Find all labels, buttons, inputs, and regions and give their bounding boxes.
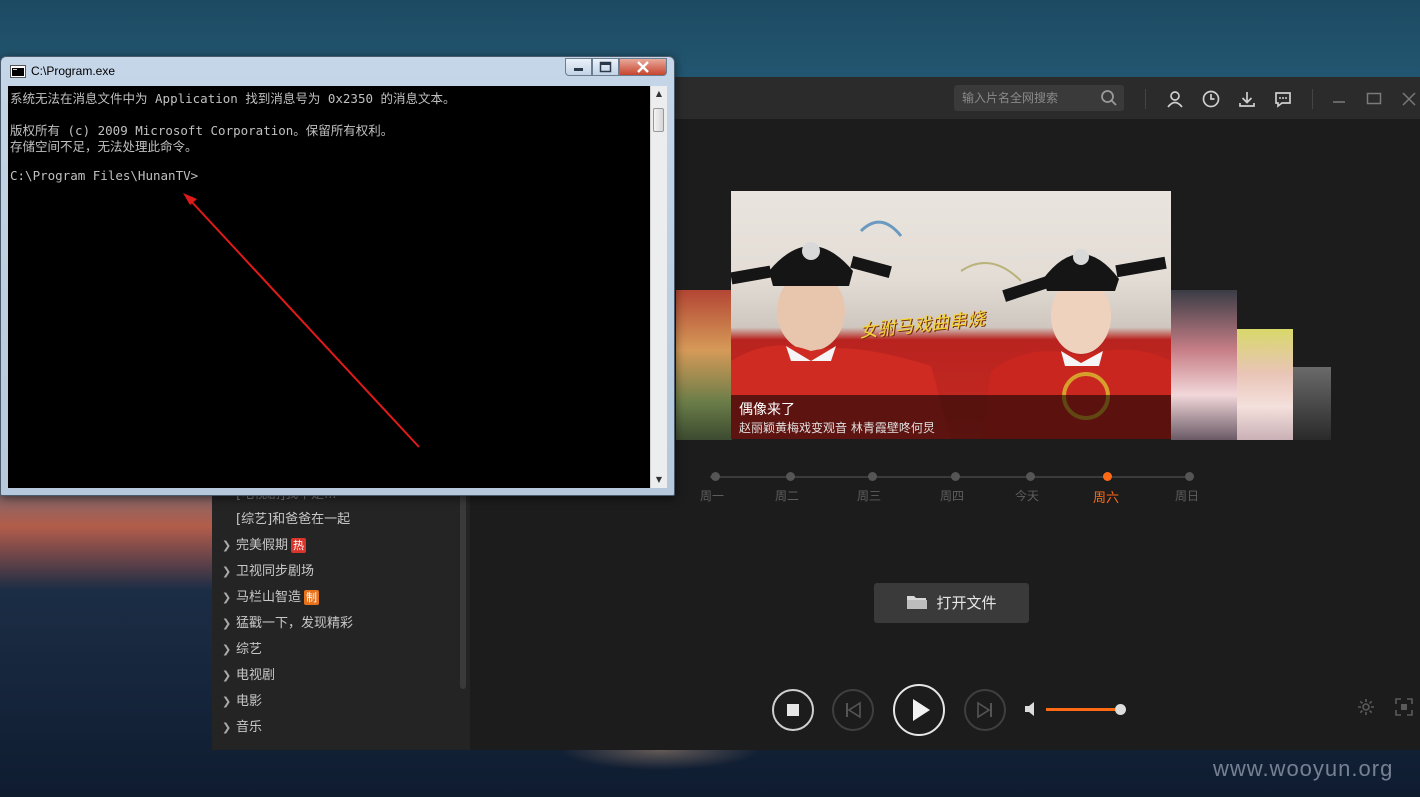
- timeline-dot[interactable]: [1026, 472, 1035, 481]
- maximize-button[interactable]: [592, 58, 619, 76]
- scroll-down-icon[interactable]: ▼: [652, 473, 666, 487]
- volume-slider-handle[interactable]: [1115, 704, 1126, 715]
- timeline-dot[interactable]: [711, 472, 720, 481]
- download-icon[interactable]: [1237, 89, 1257, 109]
- sidebar-item-tv-series[interactable]: ❯ 电视剧: [222, 664, 275, 688]
- chevron-right-icon: ❯: [222, 721, 232, 734]
- sidebar-item-discover[interactable]: ❯ 猛戳一下，发现精彩: [222, 612, 353, 636]
- topbar-divider: [1312, 89, 1313, 109]
- close-icon[interactable]: [1399, 89, 1419, 109]
- minimize-button[interactable]: [565, 58, 592, 76]
- sidebar-item-label: 马栏山智造: [236, 590, 302, 605]
- featured-banner[interactable]: 女驸马戏曲串烧 偶像来了 赵丽颖黄梅戏变观音 林青霞壁咚何炅: [731, 191, 1171, 439]
- timeline-dot[interactable]: [1185, 472, 1194, 481]
- timeline-day-label[interactable]: 今天: [1007, 487, 1047, 504]
- search-input[interactable]: [962, 89, 1092, 107]
- made-badge: 制: [304, 590, 320, 605]
- carousel-prev-thumbnail[interactable]: [676, 290, 732, 440]
- sidebar-item-label: 卫视同步剧场: [236, 564, 315, 579]
- banner-title: 偶像来了: [739, 402, 795, 418]
- watermark: www.wooyun.org: [1213, 756, 1394, 781]
- chevron-right-icon: ❯: [222, 643, 232, 656]
- timeline-dot[interactable]: [786, 472, 795, 481]
- sidebar-item-movies[interactable]: ❯ 电影: [222, 690, 262, 714]
- console-line: 存储空间不足，无法处理此命令。: [10, 139, 198, 154]
- fullscreen-icon[interactable]: [1394, 697, 1414, 717]
- console-scrollbar[interactable]: ▲ ▼: [650, 86, 667, 488]
- sidebar-item-label: 猛戳一下，发现精彩: [236, 616, 354, 631]
- sidebar-item-label: [综艺]和爸爸在一起: [236, 512, 351, 527]
- scroll-up-icon[interactable]: ▲: [652, 87, 666, 101]
- volume-icon[interactable]: [1023, 700, 1041, 718]
- hot-badge: 热: [291, 538, 307, 553]
- sidebar-item-perfect-holiday[interactable]: ❯ 完美假期热: [222, 534, 307, 558]
- carousel-next-thumbnail-2[interactable]: [1237, 329, 1293, 440]
- skip-next-icon: [977, 701, 992, 719]
- user-icon[interactable]: [1165, 89, 1185, 109]
- scrollbar-thumb[interactable]: [653, 108, 664, 132]
- sidebar-item-variety[interactable]: ❯ 综艺: [222, 638, 262, 662]
- history-clock-icon[interactable]: [1201, 89, 1221, 109]
- settings-gear-icon[interactable]: [1356, 697, 1376, 717]
- sidebar-item-label: 电视剧: [236, 668, 276, 683]
- message-icon[interactable]: [1273, 89, 1293, 109]
- chevron-right-icon: ❯: [222, 669, 232, 682]
- sidebar-item-label: 音乐: [236, 720, 263, 735]
- banner-caption: 偶像来了 赵丽颖黄梅戏变观音 林青霞壁咚何炅: [731, 395, 1171, 439]
- timeline-dot[interactable]: [868, 472, 877, 481]
- next-button[interactable]: [964, 689, 1006, 731]
- timeline-dot[interactable]: [951, 472, 960, 481]
- open-file-button[interactable]: 打开文件: [874, 583, 1029, 623]
- close-button[interactable]: [619, 58, 667, 76]
- search-icon[interactable]: [1100, 89, 1118, 107]
- skip-previous-icon: [846, 701, 861, 719]
- close-icon: [637, 61, 649, 73]
- timeline-day-label-active[interactable]: 周六: [1086, 487, 1126, 506]
- chevron-right-icon: ❯: [222, 617, 232, 630]
- chevron-right-icon: ❯: [222, 591, 232, 604]
- carousel-next-thumbnail[interactable]: [1171, 290, 1237, 440]
- sidebar-item-satellite-theater[interactable]: ❯ 卫视同步剧场: [222, 560, 314, 584]
- day-timeline: [710, 472, 1194, 481]
- stop-button[interactable]: [772, 689, 814, 731]
- console-app-icon: [10, 65, 26, 78]
- open-file-label: 打开文件: [936, 594, 997, 612]
- sidebar-item-malanshan[interactable]: ❯ 马栏山智造制: [222, 586, 320, 610]
- play-button[interactable]: [893, 684, 945, 736]
- timeline-day-label[interactable]: 周三: [849, 487, 889, 504]
- maximize-icon[interactable]: [1364, 89, 1384, 109]
- sidebar-item-label: 完美假期: [236, 538, 289, 553]
- chevron-right-icon: ❯: [222, 539, 232, 552]
- sidebar-item-label: 综艺: [236, 642, 263, 657]
- sidebar-item-label: 电影: [236, 694, 263, 709]
- carousel-next-thumbnail-3[interactable]: [1293, 367, 1331, 440]
- topbar-divider: [1145, 89, 1146, 109]
- sidebar-item-music[interactable]: ❯ 音乐: [222, 716, 262, 740]
- volume-slider-track[interactable]: [1046, 708, 1120, 711]
- timeline-day-label[interactable]: 周日: [1167, 487, 1207, 504]
- maximize-icon: [599, 61, 612, 73]
- sidebar-item-family-show[interactable]: [综艺]和爸爸在一起: [222, 508, 350, 532]
- previous-button[interactable]: [832, 689, 874, 731]
- search-box[interactable]: [954, 85, 1124, 111]
- window-title: C:\Program.exe: [31, 64, 116, 78]
- command-prompt-window: C:\Program.exe 系统无法在消息文件中为 Application 找…: [0, 56, 675, 496]
- play-icon: [913, 699, 930, 721]
- timeline-day-label[interactable]: 周一: [692, 487, 732, 504]
- console-line: 系统无法在消息文件中为 Application 找到消息号为 0x2350 的消…: [10, 91, 456, 106]
- minimize-icon[interactable]: [1329, 89, 1349, 109]
- banner-subtitle: 赵丽颖黄梅戏变观音 林青霞壁咚何炅: [739, 421, 935, 435]
- timeline-dot-active[interactable]: [1103, 472, 1112, 481]
- stop-icon: [787, 704, 799, 716]
- timeline-day-label[interactable]: 周二: [767, 487, 807, 504]
- chevron-right-icon: ❯: [222, 565, 232, 578]
- chevron-right-icon: ❯: [222, 695, 232, 708]
- timeline-day-label[interactable]: 周四: [932, 487, 972, 504]
- console-output[interactable]: 系统无法在消息文件中为 Application 找到消息号为 0x2350 的消…: [8, 86, 650, 488]
- minimize-icon: [574, 68, 583, 71]
- folder-icon: [907, 596, 928, 609]
- console-prompt: C:\Program Files\HunanTV>: [10, 168, 199, 183]
